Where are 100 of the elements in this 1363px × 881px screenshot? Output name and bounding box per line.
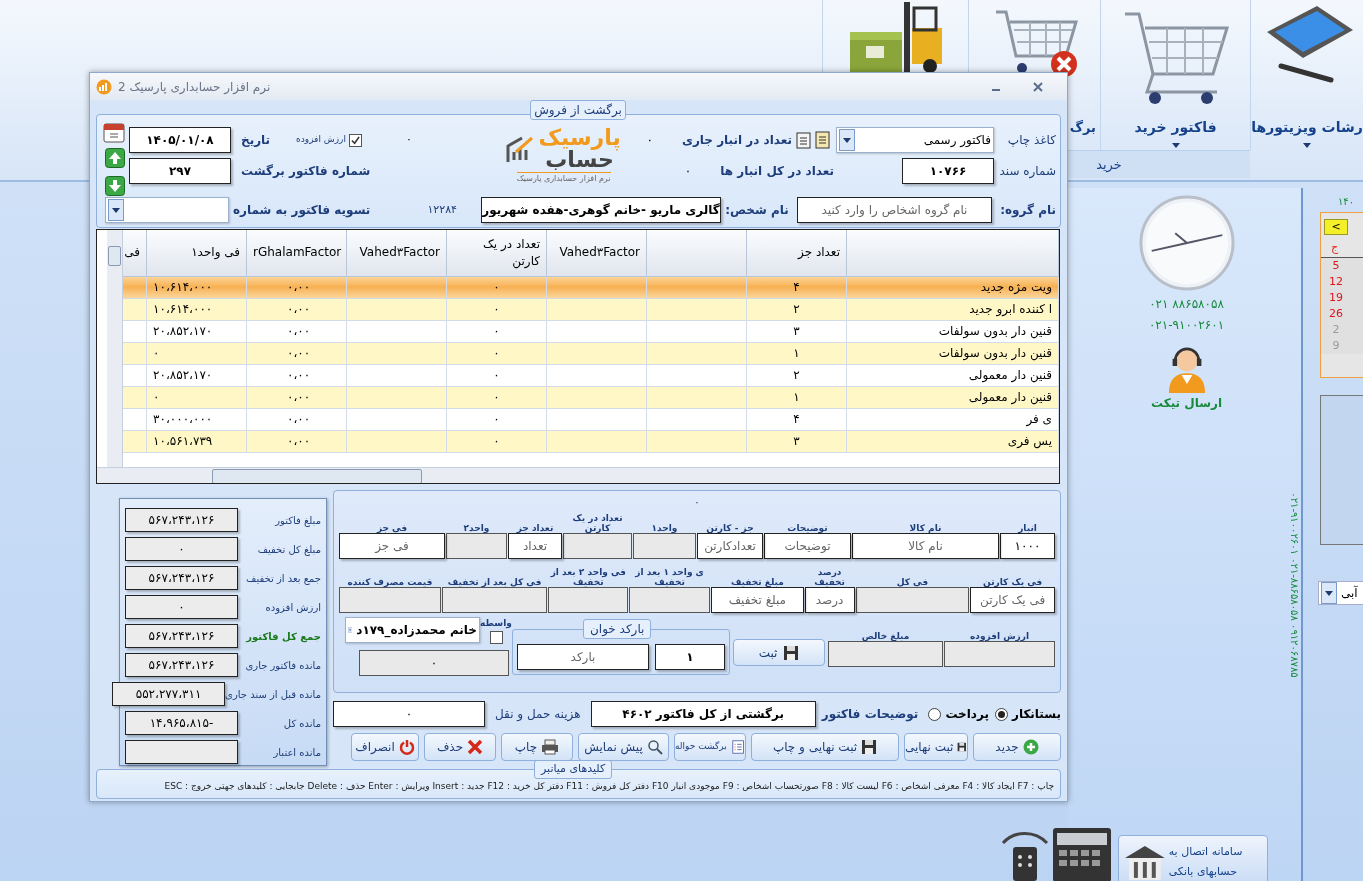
- input-field[interactable]: فی یک کارتن: [970, 587, 1055, 613]
- input-field[interactable]: ۰: [125, 595, 238, 619]
- list-button[interactable]: برگشت حواله: [674, 733, 746, 761]
- arrow-up-button[interactable]: [105, 148, 125, 168]
- input-field[interactable]: فی جز: [339, 533, 445, 559]
- radio-button[interactable]: [994, 707, 1008, 721]
- new-button[interactable]: جدید: [973, 733, 1061, 761]
- calendar-day[interactable]: 5: [1321, 257, 1351, 274]
- input-field[interactable]: ۵۶۷،۲۴۳،۱۲۶: [125, 653, 238, 677]
- dropdown[interactable]: خانم محمدزاده_۱۷۹د: [345, 617, 480, 643]
- table-cell: ۰: [446, 408, 547, 430]
- input-field[interactable]: -۱۴،۹۶۵،۸۱۵: [125, 711, 238, 735]
- input-field[interactable]: درصد: [804, 587, 855, 613]
- caret-icon[interactable]: [839, 129, 855, 151]
- table-cell: ۳۰،۰۰۰،۰۰۰: [146, 408, 247, 430]
- input-field[interactable]: مبلغ تخفیف: [710, 587, 804, 613]
- printer-icon: [541, 739, 560, 755]
- dropdown[interactable]: فاکتور رسمی: [836, 127, 994, 153]
- input-field[interactable]: برگشتی از کل فاکتور ۴۶۰۲: [590, 701, 816, 727]
- register-button[interactable]: ثبت: [733, 639, 825, 666]
- input-field[interactable]: نام گروه اشخاص را وارد کنید: [797, 197, 992, 223]
- summary-label: جمع کل فاکتور: [246, 629, 321, 644]
- field-label: فی جز: [376, 523, 408, 533]
- calendar-day[interactable]: 19: [1321, 289, 1351, 306]
- calculator-icon[interactable]: [1053, 828, 1111, 881]
- field-label: تاریخ: [241, 132, 271, 149]
- input-field[interactable]: نام کالا: [852, 533, 999, 559]
- summary-label: مانده قبل از سند جاری: [225, 687, 321, 702]
- input-field[interactable]: گالری ماریو -خانم گوهری-هفده شهریور: [481, 197, 721, 223]
- field-label: نام کالا: [909, 523, 942, 533]
- vertical-scrollbar[interactable]: [106, 230, 123, 467]
- save-button[interactable]: ثبت نهایی و چاپ: [751, 733, 899, 761]
- caret-icon[interactable]: [1303, 143, 1311, 148]
- table-cell: ۰،۰۰: [246, 430, 347, 452]
- column-header[interactable]: تعداد جز: [746, 230, 847, 276]
- table-row[interactable]: یس فری ۳ ۰ ۰،۰۰ ۱۰،۵۶۱،۷۳۹: [122, 430, 1059, 452]
- radio-button[interactable]: [928, 707, 942, 721]
- input-field[interactable]: تعدادکارتن: [697, 533, 763, 559]
- table-row[interactable]: قنین دار معمولی ۱ ۰ ۰،۰۰ ۰: [122, 386, 1059, 408]
- table-cell: ویت مژه جدید: [846, 276, 1059, 298]
- table-row[interactable]: ویت مژه جدید ۴ ۰ ۰،۰۰ ۱۰،۶۱۴،۰۰۰: [122, 276, 1059, 298]
- input-field[interactable]: ۱۴۰۵/۰۱/۰۸: [129, 127, 231, 153]
- input-field[interactable]: ۵۶۷،۲۴۳،۱۲۶: [125, 508, 238, 532]
- preview-button[interactable]: پیش نمایش: [578, 733, 669, 761]
- table-cell: ۲۰،۸۵۲،۱۷۰: [146, 320, 247, 342]
- summary-label: جمع بعد از تخفیف: [246, 571, 321, 586]
- input-field[interactable]: ۰: [125, 537, 238, 561]
- input-field[interactable]: بارکد: [517, 644, 649, 670]
- print-button[interactable]: چاپ: [501, 733, 573, 761]
- input-field[interactable]: ۰: [359, 649, 509, 676]
- arrow-down-button[interactable]: [105, 176, 125, 196]
- calendar-day[interactable]: 12: [1321, 273, 1351, 290]
- input-field[interactable]: ۰: [333, 701, 485, 727]
- checkbox[interactable]: [489, 630, 503, 644]
- input-field[interactable]: ۲۹۷: [129, 158, 231, 184]
- caret-icon[interactable]: [1321, 582, 1337, 604]
- column-header[interactable]: Vahed۳Factor: [346, 230, 447, 276]
- ribbon-button-label[interactable]: فاکتور خرید: [1134, 117, 1217, 138]
- logo-tagline: نرم افزار حسابداری پارسیک: [516, 172, 611, 185]
- bank-tile-label: سامانه اتصال به حسابهای بانکی: [1168, 844, 1244, 880]
- horizontal-scrollbar[interactable]: [97, 467, 1059, 483]
- table-cell: ۰: [446, 342, 547, 364]
- input-field[interactable]: [125, 740, 238, 764]
- input-field[interactable]: ۱۰۷۶۶: [902, 158, 994, 184]
- cancel-button[interactable]: انصراف: [351, 733, 419, 761]
- previous-month-button[interactable]: <: [1324, 219, 1348, 235]
- table-row[interactable]: ا کننده ابرو جدید ۲ ۰ ۰،۰۰ ۱۰،۶۱۴،۰۰۰: [122, 298, 1059, 320]
- table-row[interactable]: قنین دار بدون سولفات ۳ ۰ ۰،۰۰ ۲۰،۸۵۲،۱۷۰: [122, 320, 1059, 342]
- theme-dropdown[interactable]: آبی: [1318, 581, 1363, 605]
- input-field[interactable]: ۱۰۰۰: [1000, 533, 1055, 559]
- input-field[interactable]: ۵۶۷،۲۴۳،۱۲۶: [125, 624, 238, 648]
- table-row[interactable]: ی فر ۴ ۰ ۰،۰۰ ۳۰،۰۰۰،۰۰۰: [122, 408, 1059, 430]
- close-icon[interactable]: [1033, 81, 1043, 92]
- input-field[interactable]: ۱: [655, 644, 725, 670]
- caret-icon[interactable]: [1171, 143, 1180, 148]
- summary-label: مانده اعتبار: [273, 745, 321, 760]
- delete-button[interactable]: حذف: [424, 733, 496, 761]
- column-header[interactable]: rGhalamFactor: [246, 230, 347, 276]
- ribbon-button-label[interactable]: رشات ویزیتورها: [1251, 117, 1363, 138]
- input-field[interactable]: تعداد: [508, 533, 562, 559]
- column-header[interactable]: فی واحد۱: [146, 230, 247, 276]
- checkbox[interactable]: [348, 133, 362, 147]
- field-label: فی واحد ۲ بعد از تخفیف: [549, 567, 627, 587]
- table-cell: ی فر: [846, 408, 1059, 430]
- input-field[interactable]: ۵۶۷،۲۴۳،۱۲۶: [125, 566, 238, 590]
- column-header[interactable]: تعداد در یک کارتن: [446, 230, 547, 276]
- calendar-icon[interactable]: [103, 121, 125, 143]
- field-label: هزینه حمل و نقل: [495, 706, 581, 723]
- calendar-day[interactable]: 26: [1321, 305, 1351, 322]
- field-label: تعداد در انبار جاری: [681, 132, 792, 149]
- table-row[interactable]: قنین دار معمولی ۲ ۰ ۰،۰۰ ۲۰،۸۵۲،۱۷۰: [122, 364, 1059, 386]
- column-header[interactable]: Vahed۳Factor: [546, 230, 647, 276]
- caret-icon[interactable]: [108, 199, 124, 221]
- input-field[interactable]: ۵۵۲،۲۷۷،۳۱۱: [112, 682, 226, 706]
- bank-connection-tile[interactable]: سامانه اتصال به حسابهای بانکی: [1118, 835, 1268, 881]
- logo-text: پارسیک: [538, 127, 621, 149]
- table-row[interactable]: قنین دار بدون سولفات ۱ ۰ ۰،۰۰ ۰: [122, 342, 1059, 364]
- ribbon-button-label[interactable]: برگ: [1069, 118, 1096, 138]
- save-button[interactable]: ثبت نهایی: [904, 733, 968, 761]
- input-field[interactable]: توضیحات: [764, 533, 851, 559]
